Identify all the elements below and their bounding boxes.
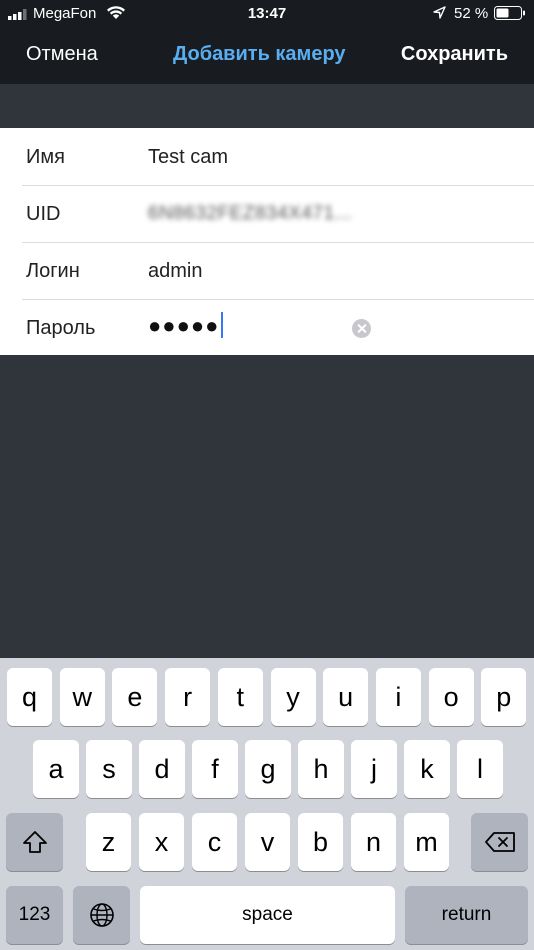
key-d[interactable]: d [139,740,185,798]
numbers-key[interactable]: 123 [6,886,63,944]
name-label: Имя [26,146,65,168]
login-row[interactable]: Логин admin [0,242,534,299]
top-bar: MegaFon 13:47 52 % Отмена Добавить камер… [0,0,534,84]
cancel-button[interactable]: Отмена [26,43,98,66]
key-g[interactable]: g [245,740,291,798]
key-p[interactable]: p [481,668,527,726]
key-o[interactable]: o [428,668,474,726]
password-row[interactable]: Пароль ●●●●● [0,299,534,356]
key-z[interactable]: z [86,813,131,871]
key-x[interactable]: x [139,813,184,871]
save-button[interactable]: Сохранить [401,43,508,66]
name-row[interactable]: Имя Test cam [0,128,534,185]
key-r[interactable]: r [165,668,211,726]
text-caret [221,312,224,339]
globe-key[interactable] [73,886,130,944]
uid-row[interactable]: UID 6N8632FEZ834X471... [0,185,534,242]
login-label: Логин [26,260,80,282]
keyboard: qwertyuiop asdfghjkl zxcvbnm 123 space r… [0,658,534,950]
uid-input[interactable]: 6N8632FEZ834X471... [148,203,478,225]
page-title: Добавить камеру [173,43,346,65]
key-e[interactable]: e [112,668,158,726]
globe-icon [89,903,114,927]
battery-icon [494,6,525,20]
key-c[interactable]: c [192,813,237,871]
key-q[interactable]: q [7,668,52,726]
shift-icon [22,831,47,853]
return-key[interactable]: return [405,886,528,944]
key-u[interactable]: u [323,668,369,726]
key-s[interactable]: s [86,740,132,798]
key-w[interactable]: w [59,668,105,726]
key-l[interactable]: l [457,740,503,798]
key-y[interactable]: y [270,668,316,726]
key-a[interactable]: a [33,740,79,798]
password-label: Пароль [26,317,96,339]
key-j[interactable]: j [351,740,397,798]
delete-key[interactable] [471,813,528,871]
key-i[interactable]: i [375,668,421,726]
camera-form: Имя Test cam UID 6N8632FEZ834X471... Лог… [0,128,534,355]
space-key[interactable]: space [140,886,395,944]
navigation-bar: Отмена Добавить камеру Сохранить [0,28,534,84]
status-bar: MegaFon 13:47 52 % [0,0,534,28]
shift-key[interactable] [6,813,63,871]
key-t[interactable]: t [217,668,263,726]
key-m[interactable]: m [404,813,449,871]
password-input[interactable]: ●●●●● [148,312,478,340]
key-h[interactable]: h [298,740,344,798]
battery-percent: 52 % [454,5,489,22]
login-input[interactable]: admin [148,260,478,283]
key-v[interactable]: v [245,813,290,871]
section-spacer [0,84,534,128]
backspace-icon [484,832,515,852]
uid-label: UID [26,203,61,225]
name-input[interactable]: Test cam [148,146,478,169]
key-b[interactable]: b [298,813,343,871]
key-f[interactable]: f [192,740,238,798]
password-dots: ●●●●● [148,313,220,338]
key-k[interactable]: k [404,740,450,798]
key-n[interactable]: n [351,813,396,871]
clear-text-icon[interactable] [352,319,371,338]
location-arrow-icon [433,6,446,19]
